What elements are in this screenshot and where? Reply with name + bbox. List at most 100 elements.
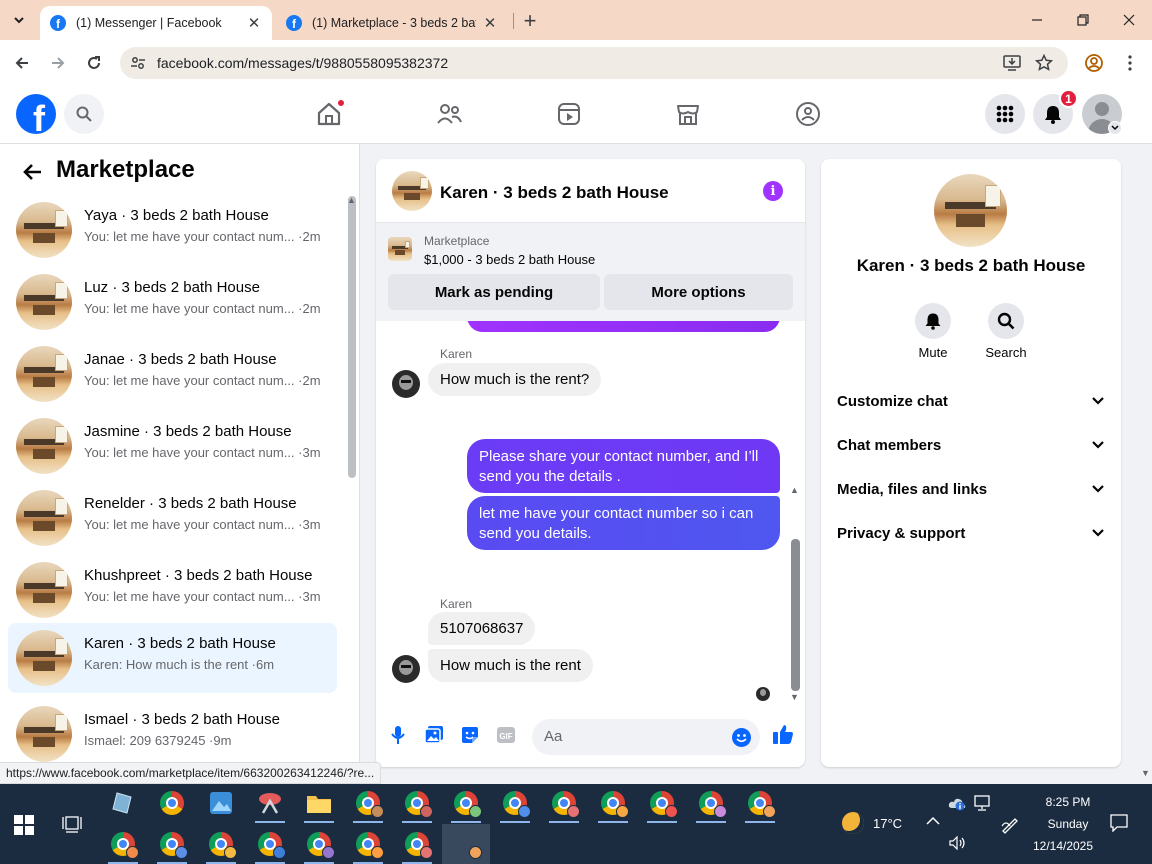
site-settings-icon[interactable] (130, 55, 146, 71)
network-icon[interactable] (973, 795, 991, 811)
sender-avatar[interactable] (392, 370, 420, 398)
chrome-profile-app-icon[interactable] (402, 829, 433, 864)
chrome-profile-app-icon[interactable] (402, 788, 433, 823)
minimize-button[interactable] (1025, 8, 1049, 32)
conversation-item[interactable]: Ismael · 3 beds 2 bath House Ismael: 209… (8, 699, 337, 769)
close-tab-icon[interactable]: ✕ (246, 14, 262, 32)
photos-app-icon[interactable] (206, 788, 236, 818)
notepad-app-icon[interactable] (108, 788, 138, 818)
search-in-chat-button[interactable]: Search (980, 303, 1032, 360)
install-app-icon[interactable] (1002, 53, 1022, 73)
profile-button[interactable] (1082, 51, 1106, 75)
new-tab-button[interactable]: + (518, 8, 542, 33)
tab-search-button[interactable] (6, 8, 32, 32)
close-window-button[interactable] (1117, 8, 1141, 32)
emoji-icon[interactable] (732, 728, 751, 747)
clock-day[interactable]: Sunday (1040, 817, 1096, 831)
mute-button[interactable]: Mute (907, 303, 959, 360)
sticker-icon[interactable] (460, 725, 480, 745)
conversation-item[interactable]: Luz · 3 beds 2 bath House You: let me ha… (8, 267, 337, 337)
forward-button[interactable] (46, 51, 70, 75)
chrome-profile-app-icon[interactable] (549, 788, 580, 823)
chevron-up-icon[interactable] (926, 816, 940, 826)
section-privacy-support[interactable]: Privacy & support (837, 521, 1105, 545)
chrome-profile-app-icon[interactable] (500, 788, 531, 823)
clock-date[interactable]: 12/14/2025 (1030, 839, 1096, 853)
listing-price-title[interactable]: $1,000 - 3 beds 2 bath House (424, 252, 595, 267)
photo-icon[interactable] (424, 725, 444, 745)
chrome-profile-app-icon[interactable] (745, 788, 776, 823)
bookmark-star-icon[interactable] (1034, 53, 1054, 73)
gif-icon[interactable]: GIF (496, 725, 516, 745)
file-explorer-icon[interactable] (304, 788, 334, 823)
chrome-app-icon[interactable] (157, 788, 187, 818)
outgoing-message-bubble[interactable]: let me have your contact number so i can… (467, 496, 780, 550)
facebook-search-button[interactable] (64, 94, 104, 134)
sidebar-scrollbar[interactable] (348, 196, 356, 478)
chat-title[interactable]: Karen · 3 beds 2 bath House (440, 183, 669, 203)
mark-as-pending-button[interactable]: Mark as pending (388, 274, 600, 310)
chrome-profile-app-icon[interactable] (696, 788, 727, 823)
incoming-message-bubble[interactable]: How much is the rent? (428, 363, 602, 396)
chrome-profile-app-icon[interactable] (108, 829, 139, 864)
chat-profile-photo[interactable] (934, 174, 1007, 247)
clock-time[interactable]: 8:25 PM (1040, 795, 1096, 809)
reload-button[interactable] (82, 51, 106, 75)
info-icon[interactable]: i (763, 181, 783, 201)
chrome-profile-app-icon[interactable] (304, 829, 335, 864)
notification-center-icon[interactable] (1110, 814, 1128, 832)
task-view-icon[interactable] (62, 815, 82, 833)
tab-messenger[interactable]: f (1) Messenger | Facebook ✕ (40, 6, 272, 40)
conversation-item[interactable]: Janae · 3 beds 2 bath House You: let me … (8, 339, 337, 409)
section-customize-chat[interactable]: Customize chat (837, 389, 1105, 413)
snipping-tool-icon[interactable] (255, 788, 285, 823)
chrome-profile-app-icon[interactable] (598, 788, 629, 823)
pen-input-icon[interactable] (1000, 814, 1020, 834)
microphone-icon[interactable] (388, 725, 408, 745)
facebook-logo[interactable]: f (16, 94, 56, 134)
chrome-profile-app-icon[interactable] (451, 788, 482, 823)
scroll-up-arrow-icon[interactable]: ▲ (790, 485, 799, 495)
outgoing-message-bubble[interactable]: Please share your contact number, and I’… (467, 439, 780, 493)
conversation-item[interactable]: Jasmine · 3 beds 2 bath House You: let m… (8, 411, 337, 481)
volume-icon[interactable] (949, 836, 967, 850)
back-button[interactable] (20, 160, 44, 184)
chat-avatar[interactable] (392, 171, 432, 211)
chat-scrollbar[interactable] (791, 539, 800, 691)
chrome-profile-app-icon[interactable] (157, 829, 188, 864)
start-button[interactable] (14, 815, 34, 835)
chevron-down-icon[interactable] (1108, 121, 1122, 135)
chrome-profile-app-icon[interactable] (353, 788, 384, 823)
more-options-button[interactable]: More options (604, 274, 793, 310)
conversation-item[interactable]: Renelder · 3 beds 2 bath House You: let … (8, 483, 337, 553)
incoming-message-bubble[interactable]: 5107068637 (428, 612, 536, 645)
message-input[interactable]: Aa (532, 719, 760, 755)
section-chat-members[interactable]: Chat members (837, 433, 1105, 457)
address-bar[interactable]: facebook.com/messages/t/9880558095382372 (120, 47, 1068, 79)
thumbs-up-icon[interactable] (772, 722, 794, 746)
scroll-down-arrow-icon[interactable]: ▼ (790, 692, 799, 702)
incoming-message-bubble[interactable]: How much is the rent (428, 649, 593, 682)
listing-thumbnail[interactable] (388, 237, 412, 261)
chrome-profile-app-icon[interactable] (255, 829, 286, 864)
scroll-down-arrow-icon[interactable]: ▼ (1141, 768, 1150, 778)
menu-button[interactable] (985, 94, 1025, 134)
weather-temperature[interactable]: 17°C (873, 816, 902, 831)
sender-avatar[interactable] (392, 655, 420, 683)
restore-button[interactable] (1071, 8, 1095, 32)
tab-marketplace[interactable]: f (1) Marketplace - 3 beds 2 bath House … (276, 6, 508, 40)
chrome-profile-app-icon[interactable] (206, 829, 237, 864)
chrome-profile-app-icon[interactable] (353, 829, 384, 864)
nav-video[interactable] (555, 100, 583, 128)
nav-groups[interactable] (794, 100, 822, 128)
weather-moon-icon[interactable] (842, 812, 864, 834)
section-media-files-links[interactable]: Media, files and links (837, 477, 1105, 501)
chrome-profile-app-icon[interactable] (647, 788, 678, 823)
back-button[interactable] (10, 51, 34, 75)
conversation-item[interactable]: Yaya · 3 beds 2 bath House You: let me h… (8, 195, 337, 265)
scroll-up-arrow-icon[interactable]: ▲ (347, 195, 356, 205)
close-tab-icon[interactable]: ✕ (482, 14, 498, 32)
nav-friends[interactable] (435, 100, 463, 128)
conversation-item[interactable]: Khushpreet · 3 beds 2 bath House You: le… (8, 555, 337, 625)
conversation-item-selected[interactable]: Karen · 3 beds 2 bath House Karen: How m… (8, 623, 337, 693)
